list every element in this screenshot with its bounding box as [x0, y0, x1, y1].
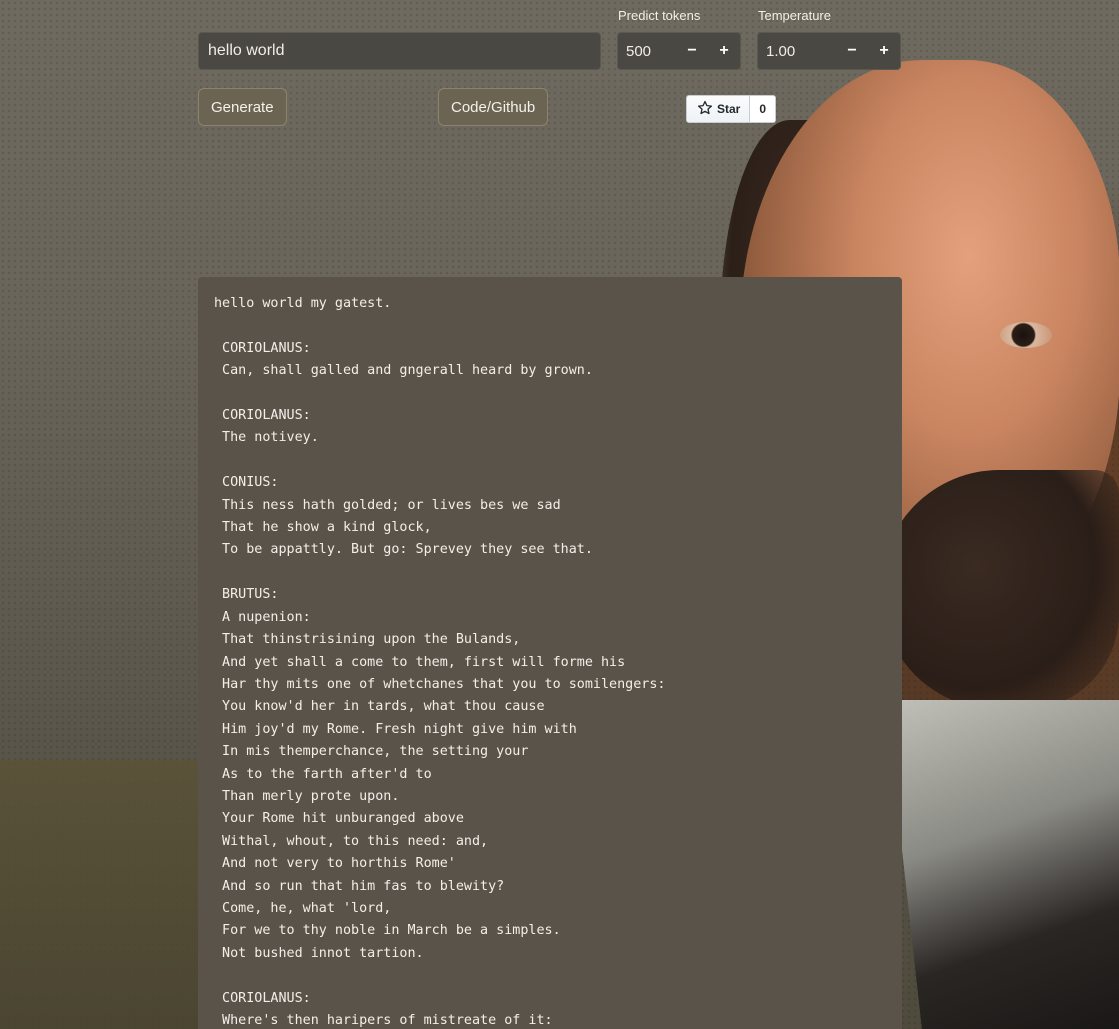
- portrait-beard: [880, 470, 1119, 710]
- temperature-increment-button[interactable]: +: [868, 33, 900, 69]
- portrait-eye: [1000, 322, 1052, 348]
- predict-tokens-value[interactable]: 500: [618, 43, 676, 60]
- temperature-stepper[interactable]: 1.00 − +: [757, 32, 901, 70]
- background-shade: [0, 760, 200, 1029]
- github-star-count[interactable]: 0: [750, 95, 777, 123]
- temperature-decrement-button[interactable]: −: [836, 33, 868, 69]
- github-star-label: Star: [717, 102, 741, 116]
- temperature-label: Temperature: [758, 8, 831, 23]
- code-github-button[interactable]: Code/Github: [438, 88, 549, 126]
- temperature-value[interactable]: 1.00: [758, 43, 836, 60]
- predict-tokens-decrement-button[interactable]: −: [676, 33, 708, 69]
- portrait-collar: [900, 700, 1119, 1029]
- github-star-button[interactable]: Star: [686, 95, 751, 123]
- generated-text: hello world my gatest. CORIOLANUS: Can, …: [214, 296, 666, 1028]
- output-panel: hello world my gatest. CORIOLANUS: Can, …: [198, 277, 902, 1029]
- predict-tokens-stepper[interactable]: 500 − +: [617, 32, 741, 70]
- generate-button[interactable]: Generate: [198, 88, 287, 126]
- prompt-input[interactable]: [198, 32, 601, 70]
- predict-tokens-increment-button[interactable]: +: [708, 33, 740, 69]
- predict-tokens-label: Predict tokens: [618, 8, 701, 23]
- star-icon: [697, 100, 713, 119]
- github-star-widget: Star 0: [686, 95, 777, 123]
